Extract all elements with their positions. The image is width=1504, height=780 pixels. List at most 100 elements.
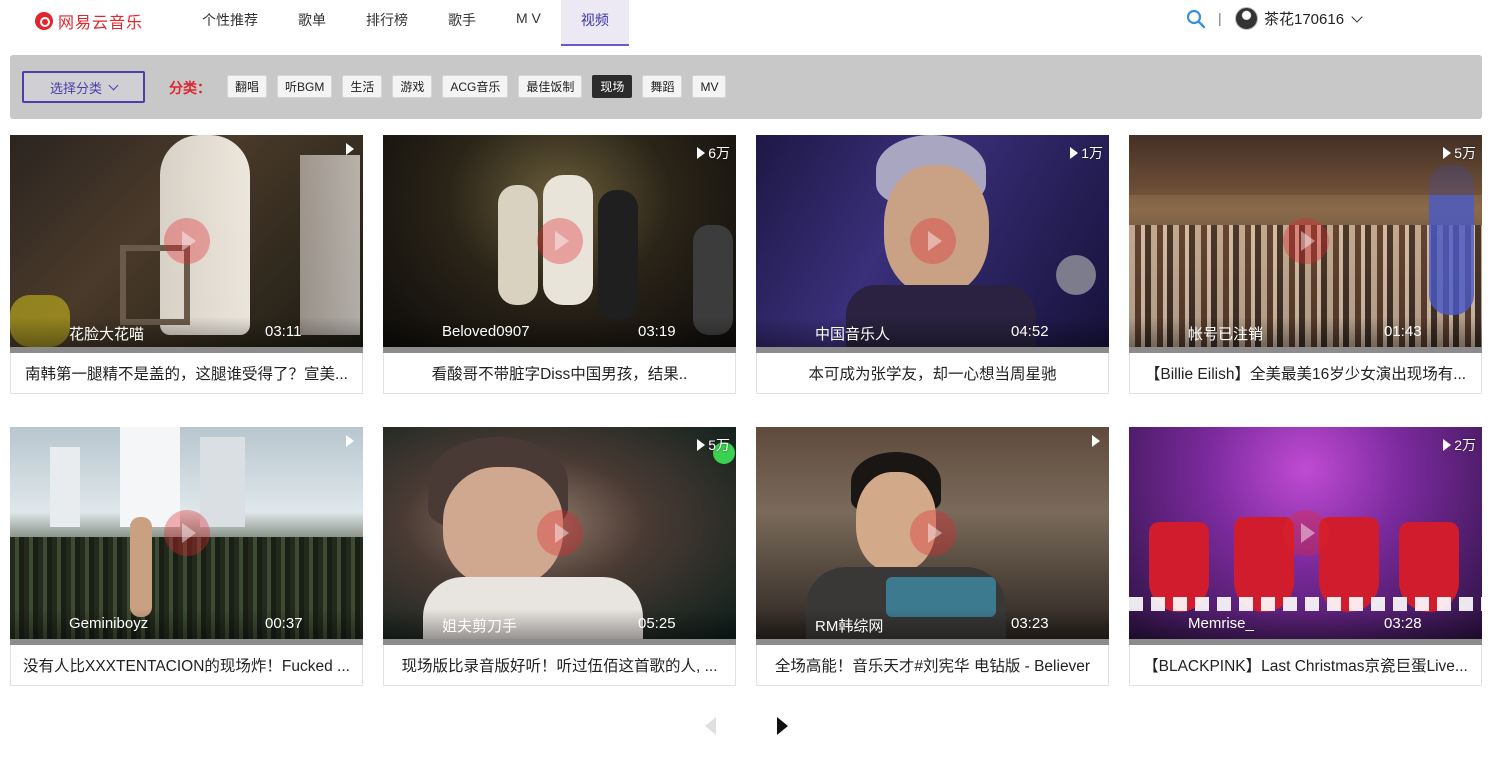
video-duration: 03:23 [1011, 615, 1049, 632]
video-thumbnail[interactable]: 1万 中国音乐人 04:52 [756, 135, 1109, 347]
video-card[interactable]: RM韩综网 03:23 全场高能！音乐天才#刘宪华 电钻版 - Believer [756, 427, 1109, 686]
view-count: 6万 [697, 143, 730, 163]
video-thumbnail[interactable]: 5万 姐夫剪刀手 05:25 [383, 427, 736, 639]
nav-item-mv[interactable]: M V [496, 0, 561, 46]
username: 茶花170616 [1264, 11, 1345, 28]
video-title[interactable]: 本可成为张学友，却一心想当周星驰 [756, 353, 1109, 394]
video-title[interactable]: 全场高能！音乐天才#刘宪华 电钻版 - Believer [756, 645, 1109, 686]
nav-item-playlists[interactable]: 歌单 [278, 0, 346, 46]
video-card[interactable]: 5万 帐号已注销 01:43 【Billie Eilish】全美最美16岁少女演… [1129, 135, 1482, 394]
play-count-icon [1092, 435, 1100, 447]
play-icon[interactable] [909, 510, 956, 556]
nav-item-recommend[interactable]: 个性推荐 [182, 0, 278, 46]
tag-acg[interactable]: ACG音乐 [442, 75, 509, 98]
video-meta: Memrise_ 03:28 [1129, 609, 1482, 639]
view-count: 1万 [1070, 143, 1103, 163]
logo-text: 网易云音乐 [58, 15, 144, 32]
nav-item-videos[interactable]: 视频 [560, 0, 629, 46]
view-count [346, 435, 357, 447]
play-count-icon [1443, 439, 1452, 451]
video-grid: 花脸大花喵 03:11 南韩第一腿精不是盖的，这腿谁受得了？宣美... 6万 B… [10, 135, 1482, 686]
category-select-label: 选择分类 [49, 80, 102, 96]
video-meta: 花脸大花喵 03:11 [10, 317, 363, 347]
video-author: Geminiboyz [69, 615, 149, 632]
top-bar: 网易云音乐 个性推荐 歌单 排行榜 歌手 M V 视频 | 茶花170616 [0, 0, 1504, 46]
play-icon[interactable] [1282, 218, 1329, 264]
view-count: 2万 [1443, 435, 1476, 455]
avatar [1235, 7, 1258, 30]
view-count: 5万 [1443, 143, 1476, 163]
nav-item-artists[interactable]: 歌手 [428, 0, 496, 46]
search-icon[interactable] [1186, 9, 1206, 29]
video-author: Beloved0907 [442, 323, 530, 340]
video-card[interactable]: 2万 Memrise_ 03:28 【BLACKPINK】Last Christ… [1129, 427, 1482, 686]
video-meta: 帐号已注销 01:43 [1129, 317, 1482, 347]
play-icon[interactable] [1282, 510, 1329, 556]
chevron-down-icon [108, 80, 119, 90]
video-author: 帐号已注销 [1188, 326, 1264, 343]
video-title[interactable]: 现场版比录音版好听！听过伍佰这首歌的人, ... [383, 645, 736, 686]
tag-live[interactable]: 现场 [592, 75, 633, 98]
video-meta: Geminiboyz 00:37 [10, 609, 363, 639]
filter-label: 分类： [169, 80, 211, 96]
tag-life[interactable]: 生活 [342, 75, 383, 98]
video-title[interactable]: 没有人比XXXTENTACION的现场炸！Fucked ... [10, 645, 363, 686]
video-card[interactable]: 1万 中国音乐人 04:52 本可成为张学友，却一心想当周星驰 [756, 135, 1109, 394]
video-thumbnail[interactable]: 5万 帐号已注销 01:43 [1129, 135, 1482, 347]
play-count-icon [697, 147, 706, 159]
video-thumbnail[interactable]: Geminiboyz 00:37 [10, 427, 363, 639]
video-author: 花脸大花喵 [69, 326, 145, 343]
video-card[interactable]: Geminiboyz 00:37 没有人比XXXTENTACION的现场炸！Fu… [10, 427, 363, 686]
video-author: RM韩综网 [815, 618, 884, 635]
video-author: Memrise_ [1188, 615, 1254, 632]
user-menu[interactable]: 茶花170616 [1235, 7, 1363, 30]
video-thumbnail[interactable]: 花脸大花喵 03:11 [10, 135, 363, 347]
video-title[interactable]: 【BLACKPINK】Last Christmas京瓷巨蛋Live... [1129, 645, 1482, 686]
video-meta: RM韩综网 03:23 [756, 609, 1109, 639]
tag-dance[interactable]: 舞蹈 [642, 75, 683, 98]
play-icon[interactable] [536, 218, 583, 264]
video-author: 姐夫剪刀手 [442, 618, 518, 635]
play-count-icon [697, 439, 706, 451]
play-icon[interactable] [909, 218, 956, 264]
video-meta: Beloved0907 03:19 [383, 317, 736, 347]
netease-music-logo-icon [35, 12, 53, 30]
video-duration: 03:11 [265, 323, 302, 340]
category-select-button[interactable]: 选择分类 [22, 71, 145, 103]
video-duration: 00:37 [265, 615, 303, 632]
play-count-icon [346, 143, 354, 155]
play-icon[interactable] [536, 510, 583, 556]
video-card[interactable]: 6万 Beloved0907 03:19 看酸哥不带脏字Diss中国男孩，结果.… [383, 135, 736, 394]
main-nav: 个性推荐 歌单 排行榜 歌手 M V 视频 [182, 0, 629, 46]
view-count [1092, 435, 1103, 447]
video-thumbnail[interactable]: 2万 Memrise_ 03:28 [1129, 427, 1482, 639]
video-meta: 姐夫剪刀手 05:25 [383, 609, 736, 639]
video-meta: 中国音乐人 04:52 [756, 317, 1109, 347]
app-logo[interactable]: 网易云音乐 [35, 9, 143, 33]
chevron-down-icon [1351, 10, 1363, 23]
video-thumbnail[interactable]: RM韩综网 03:23 [756, 427, 1109, 639]
view-count: 5万 [697, 435, 730, 455]
video-title[interactable]: 【Billie Eilish】全美最美16岁少女演出现场有... [1129, 353, 1482, 394]
video-duration: 03:28 [1384, 615, 1422, 632]
video-duration: 04:52 [1011, 323, 1049, 340]
tag-mv[interactable]: MV [692, 75, 727, 98]
tag-bgm[interactable]: 听BGM [277, 75, 333, 98]
video-title[interactable]: 南韩第一腿精不是盖的，这腿谁受得了？宣美... [10, 353, 363, 394]
tag-game[interactable]: 游戏 [392, 75, 433, 98]
view-count [346, 143, 357, 155]
play-icon[interactable] [163, 510, 210, 556]
video-thumbnail[interactable]: 6万 Beloved0907 03:19 [383, 135, 736, 347]
video-card[interactable]: 5万 姐夫剪刀手 05:25 现场版比录音版好听！听过伍佰这首歌的人, ... [383, 427, 736, 686]
next-page-icon[interactable] [777, 717, 788, 735]
video-author: 中国音乐人 [815, 326, 891, 343]
nav-item-charts[interactable]: 排行榜 [346, 0, 428, 46]
video-title[interactable]: 看酸哥不带脏字Diss中国男孩，结果.. [383, 353, 736, 394]
play-icon[interactable] [163, 218, 210, 264]
prev-page-icon[interactable] [705, 717, 716, 735]
video-duration: 03:19 [638, 323, 676, 340]
video-card[interactable]: 花脸大花喵 03:11 南韩第一腿精不是盖的，这腿谁受得了？宣美... [10, 135, 363, 394]
tag-fan-made[interactable]: 最佳饭制 [518, 75, 583, 98]
tag-cover[interactable]: 翻唱 [227, 75, 268, 98]
play-count-icon [1443, 147, 1452, 159]
